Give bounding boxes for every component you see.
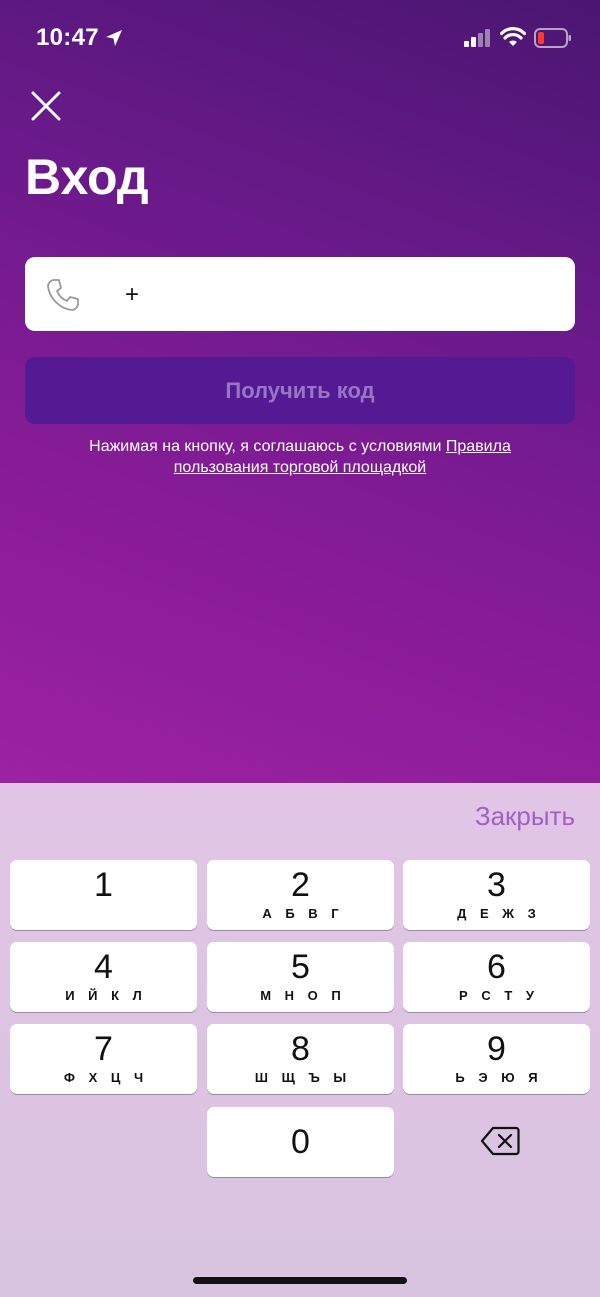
key-6[interactable]: 6 Р С Т У xyxy=(403,942,590,1012)
key-digit: 9 xyxy=(487,1030,506,1068)
key-digit: 2 xyxy=(291,866,310,904)
key-digit: 7 xyxy=(94,1030,113,1068)
key-digit: 6 xyxy=(487,948,506,986)
key-1[interactable]: 1 xyxy=(10,860,197,930)
key-8[interactable]: 8 Ш Щ Ъ Ы xyxy=(207,1024,394,1094)
key-letters: М Н О П xyxy=(260,988,346,1003)
numeric-keyboard: Закрыть 1 2 А Б В Г 3 Д Е Ж З 4 И Й К Л … xyxy=(0,783,600,1297)
keyboard-close-button[interactable]: Закрыть xyxy=(475,801,575,832)
key-digit: 4 xyxy=(94,948,113,986)
backspace-icon[interactable] xyxy=(480,1125,520,1157)
key-letters: И Й К Л xyxy=(65,988,147,1003)
key-letters: А Б В Г xyxy=(262,906,344,921)
key-0[interactable]: 0 xyxy=(207,1107,394,1177)
status-bar: 10:47 xyxy=(0,0,600,76)
key-digit: 8 xyxy=(291,1030,310,1068)
location-arrow-icon xyxy=(106,30,122,46)
key-digit: 3 xyxy=(487,866,506,904)
home-indicator xyxy=(193,1277,407,1284)
signal-icon xyxy=(464,29,490,47)
status-time: 10:47 xyxy=(36,24,99,51)
key-letters: Ф Х Ц Ч xyxy=(63,1070,149,1085)
phone-input-value[interactable]: + xyxy=(125,281,139,309)
get-code-button[interactable]: Получить код xyxy=(25,357,575,424)
close-icon[interactable] xyxy=(28,88,64,124)
key-letters: Д Е Ж З xyxy=(457,906,541,921)
key-2[interactable]: 2 А Б В Г xyxy=(207,860,394,930)
key-letters: Р С Т У xyxy=(459,988,539,1003)
key-7[interactable]: 7 Ф Х Ц Ч xyxy=(10,1024,197,1094)
key-digit: 1 xyxy=(94,866,113,904)
battery-icon xyxy=(534,28,571,48)
wifi-icon xyxy=(500,27,526,46)
phone-icon xyxy=(47,279,79,311)
key-5[interactable]: 5 М Н О П xyxy=(207,942,394,1012)
key-4[interactable]: 4 И Й К Л xyxy=(10,942,197,1012)
phone-input[interactable]: + xyxy=(25,257,575,331)
terms-text: Нажимая на кнопку, я соглашаюсь с услови… xyxy=(40,436,560,478)
key-3[interactable]: 3 Д Е Ж З xyxy=(403,860,590,930)
key-digit: 5 xyxy=(291,948,310,986)
key-9[interactable]: 9 Ь Э Ю Я xyxy=(403,1024,590,1094)
page-title: Вход xyxy=(25,149,149,205)
key-letters: Ь Э Ю Я xyxy=(455,1070,543,1085)
key-digit: 0 xyxy=(291,1123,310,1161)
terms-prefix: Нажимая на кнопку, я соглашаюсь с услови… xyxy=(89,438,446,455)
login-screen: 10:47 Вход + Получить код Нажимая на кно… xyxy=(0,0,600,783)
key-letters: Ш Щ Ъ Ы xyxy=(254,1070,352,1085)
